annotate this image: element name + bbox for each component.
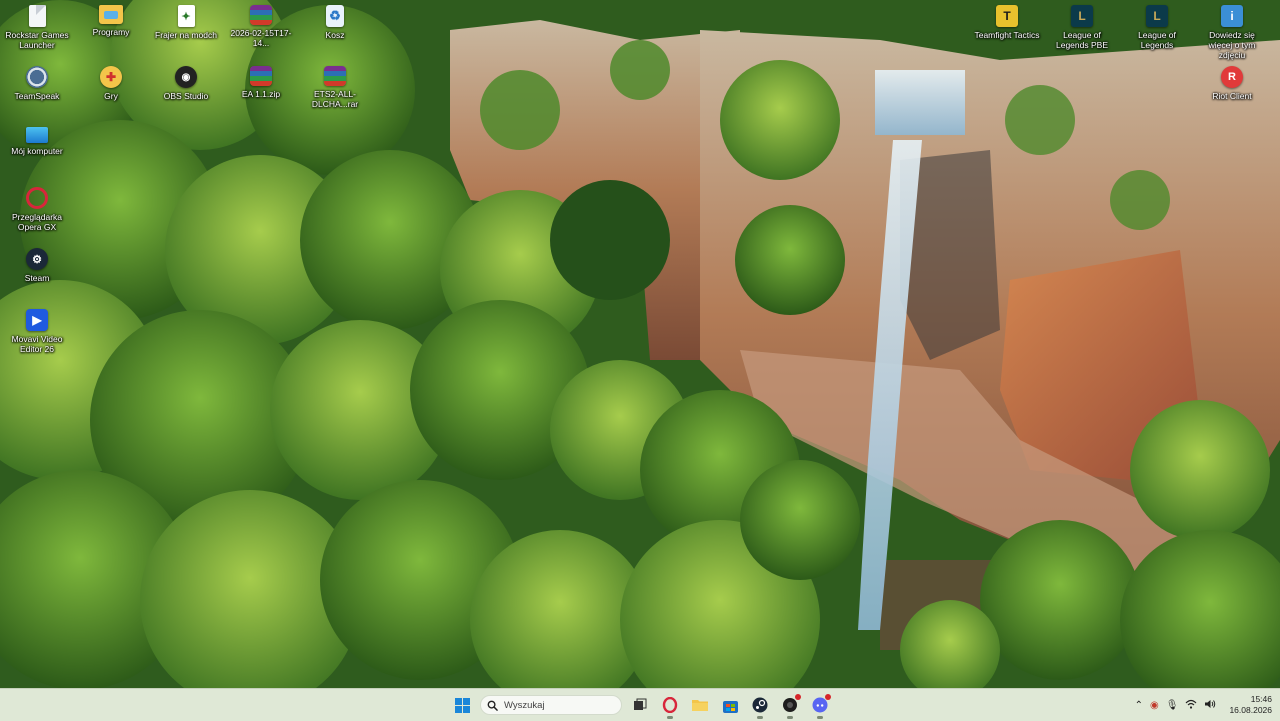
- taskbar-file-explorer[interactable]: [688, 693, 712, 717]
- taskbar-opera-gx[interactable]: [658, 693, 682, 719]
- desktop-icon-programy[interactable]: Programy: [74, 5, 148, 37]
- desktop-icon-teamspeak[interactable]: TeamSpeak: [0, 66, 74, 101]
- cheat-file-icon: ✦: [177, 5, 195, 27]
- computer-icon: [26, 127, 48, 143]
- desktop-icon-label: Mój komputer: [11, 146, 63, 156]
- obs-icon: ◉: [175, 66, 197, 88]
- riot-icon: R: [1221, 66, 1243, 88]
- desktop-icon-ets2-rar[interactable]: ETS2-ALL-DLCHA...rar: [298, 66, 372, 109]
- desktop-icon-lol[interactable]: L League of Legends: [1120, 5, 1194, 50]
- lol-icon: L: [1071, 5, 1093, 27]
- task-view-button[interactable]: [628, 693, 652, 717]
- start-button[interactable]: [450, 693, 474, 717]
- desktop-icon-riot-client[interactable]: R Riot Client: [1195, 66, 1269, 101]
- desktop-icon-label: Kosz: [325, 30, 345, 40]
- desktop-icon-label: Movavi Video Editor 26: [11, 334, 63, 354]
- desktop-icon-frajer-na-modch[interactable]: ✦ Frajer na modch: [149, 5, 223, 40]
- opera-gx-icon: [662, 697, 678, 713]
- taskbar-app[interactable]: [778, 693, 802, 719]
- clock-date: 16.08.2026: [1229, 705, 1272, 715]
- chevron-up-icon[interactable]: ⌃: [1135, 700, 1143, 711]
- file-icon: [28, 5, 46, 27]
- desktop-icon-label: Przeglądarka Opera GX: [11, 212, 63, 232]
- desktop-icon-archive-2026[interactable]: 2026-02-15T17-14...: [224, 5, 298, 48]
- desktop-icon-moj-komputer[interactable]: Mój komputer: [0, 127, 74, 156]
- desktop-icon-label: OBS Studio: [163, 91, 209, 101]
- taskbar: ⌃ ◉ 🎙 15:46 16.08.2026: [0, 688, 1280, 721]
- desktop-icon-label: Frajer na modch: [155, 30, 217, 40]
- desktop-icon-opera-gx[interactable]: Przeglądarka Opera GX: [0, 187, 74, 232]
- recycle-bin-icon: ♻: [326, 5, 344, 27]
- steam-icon: ⚙: [26, 248, 48, 270]
- taskbar-store[interactable]: [718, 693, 742, 717]
- start-icon: [454, 697, 470, 713]
- desktop-icon-label: EA 1.1.zip: [241, 89, 281, 99]
- antivirus-icon[interactable]: ◉: [1150, 700, 1159, 711]
- rar-archive-icon: [324, 66, 346, 86]
- desktop-icon-label: ETS2-ALL-DLCHA...rar: [311, 89, 359, 109]
- desktop-icon-label: Riot Client: [1212, 91, 1252, 101]
- volume-icon[interactable]: [1204, 699, 1216, 712]
- clock-time: 15:46: [1250, 694, 1272, 704]
- task-view-icon: [634, 698, 647, 710]
- desktop-icon-kosz[interactable]: ♻ Kosz: [298, 5, 372, 40]
- taskbar-steam[interactable]: [748, 693, 772, 719]
- tft-icon: T: [996, 5, 1018, 27]
- file-explorer-icon: [692, 700, 708, 711]
- folder-icon: [99, 5, 123, 24]
- desktop-icon-label: Dowiedz się więcej o tym zdjęciu: [1208, 30, 1256, 60]
- rar-archive-icon: [250, 66, 272, 86]
- rar-archive-icon: [250, 5, 272, 25]
- desktop-icon-label: Steam: [24, 273, 50, 283]
- desktop-wallpaper: [0, 0, 1280, 688]
- desktop-icon-label: Programy: [92, 27, 130, 37]
- system-tray: ⌃ ◉ 🎙 15:46 16.08.2026: [1135, 689, 1280, 721]
- clock[interactable]: 15:46 16.08.2026: [1229, 694, 1272, 716]
- steam-icon: [752, 697, 768, 713]
- desktop-icon-obs-studio[interactable]: ◉ OBS Studio: [149, 66, 223, 101]
- desktop-icon-label: Rockstar Games Launcher: [5, 30, 69, 50]
- wifi-icon[interactable]: [1185, 699, 1197, 712]
- microphone-icon[interactable]: 🎙: [1166, 700, 1179, 711]
- desktop-icon-teamfight-tactics[interactable]: T Teamfight Tactics: [970, 5, 1044, 40]
- desktop-icon-label: Gry: [104, 91, 118, 101]
- store-icon: [722, 700, 738, 713]
- desktop-icon-rockstar-games-launcher[interactable]: Rockstar Games Launcher: [0, 5, 74, 50]
- desktop-icon-label: Teamfight Tactics: [974, 30, 1040, 40]
- teamspeak-icon: [26, 66, 48, 88]
- desktop-icon-gry[interactable]: ✚ Gry: [74, 66, 148, 101]
- desktop-icon-label: 2026-02-15T17-14...: [230, 28, 292, 48]
- search-input[interactable]: [504, 699, 604, 711]
- desktop-icon-lol-pbe[interactable]: L League of Legends PBE: [1045, 5, 1119, 50]
- movavi-icon: ▶: [26, 309, 48, 331]
- lol-icon: L: [1146, 5, 1168, 27]
- desktop-icon-label: TeamSpeak: [14, 91, 60, 101]
- desktop-icon-movavi[interactable]: ▶ Movavi Video Editor 26: [0, 309, 74, 354]
- notification-badge: [795, 694, 801, 700]
- desktop-icon-label: League of Legends PBE: [1056, 30, 1108, 50]
- desktop-icon-learn-about-image[interactable]: i Dowiedz się więcej o tym zdjęciu: [1195, 5, 1269, 60]
- taskbar-search[interactable]: [480, 695, 622, 715]
- desktop-icon-ea-zip[interactable]: EA 1.1.zip: [224, 66, 298, 99]
- notification-badge: [825, 694, 831, 700]
- info-icon: i: [1221, 5, 1243, 27]
- opera-gx-icon: [26, 187, 48, 209]
- games-folder-icon: ✚: [100, 66, 122, 88]
- desktop-icon-steam[interactable]: ⚙ Steam: [0, 248, 74, 283]
- desktop-icon-label: League of Legends: [1138, 30, 1176, 50]
- taskbar-discord[interactable]: [808, 693, 832, 719]
- search-icon: [487, 700, 498, 711]
- taskbar-apps: [450, 689, 832, 721]
